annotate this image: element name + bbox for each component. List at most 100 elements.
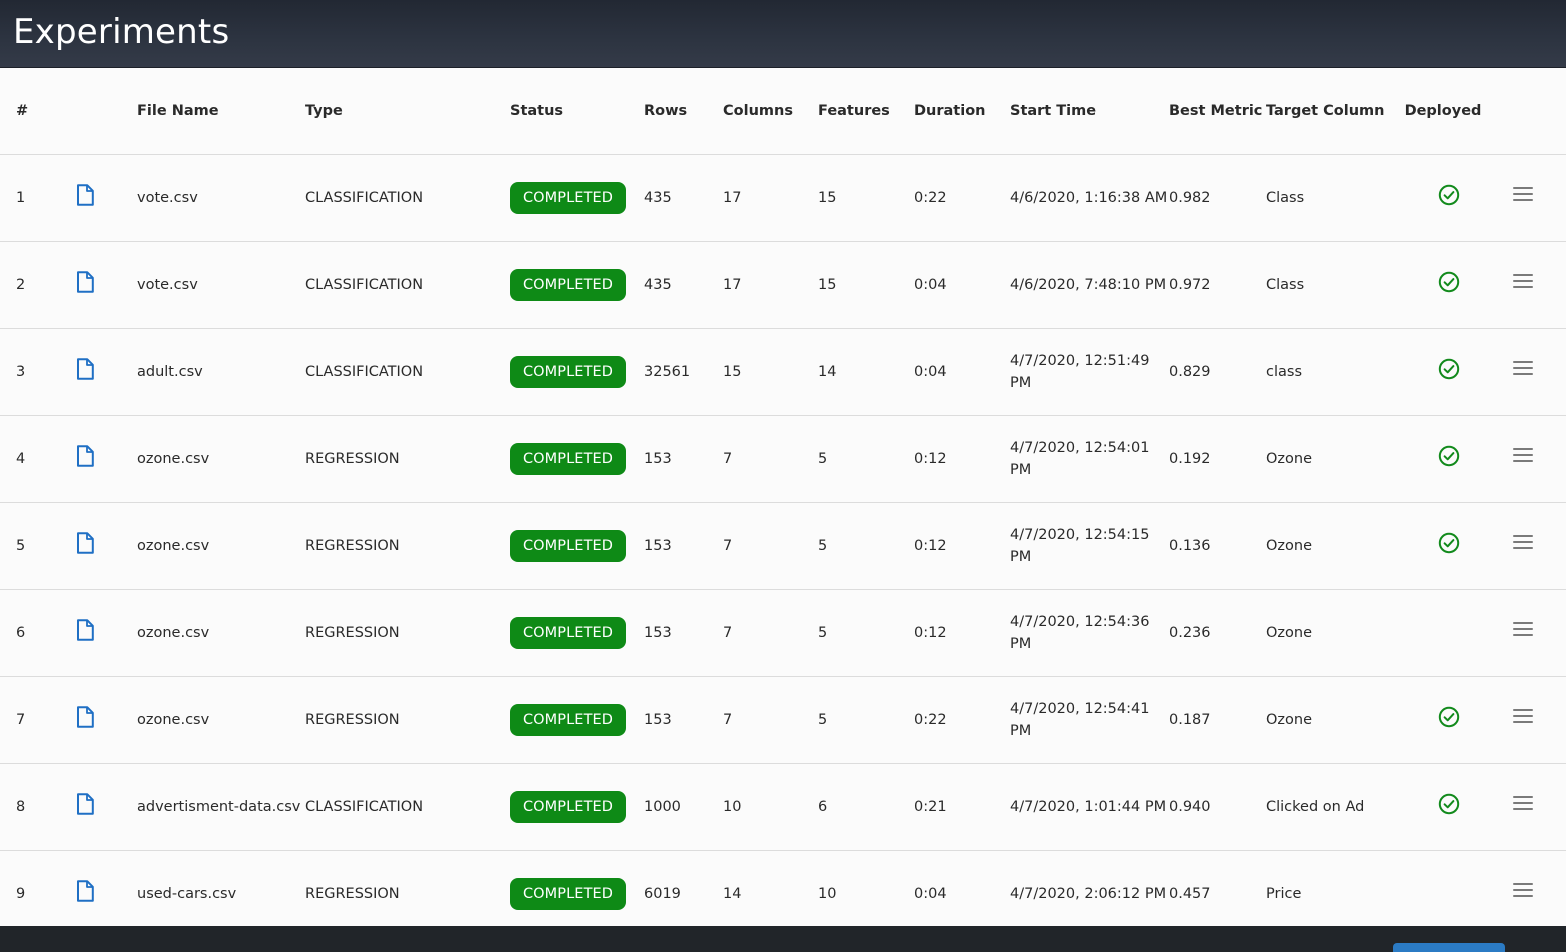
cell-start-time: 4/6/2020, 7:48:10 PM	[1010, 276, 1167, 293]
hamburger-menu-icon[interactable]	[1513, 183, 1533, 205]
table-row[interactable]: 6 ozone.csv REGRESSION COMPLETED 153 7 5 0:12 4/…	[0, 589, 1566, 676]
cell-features: 10	[818, 885, 837, 902]
cell-duration: 0:21	[914, 798, 947, 815]
cell-duration: 0:12	[914, 624, 947, 641]
header-type[interactable]: Type	[305, 68, 510, 155]
status-badge: COMPLETED	[510, 877, 626, 910]
header-deployed[interactable]: Deployed	[1396, 68, 1490, 155]
footer-action-button[interactable]	[1393, 943, 1505, 952]
experiments-table-container: # File Name Type Status Rows Columns Fea…	[0, 68, 1566, 926]
header-menu	[1490, 68, 1566, 155]
cell-features: 15	[818, 276, 837, 293]
file-icon	[59, 183, 137, 206]
check-circle-icon	[1426, 445, 1460, 467]
header-status[interactable]: Status	[510, 68, 644, 155]
cell-file-name: vote.csv	[137, 276, 198, 293]
cell-duration: 0:04	[914, 885, 947, 902]
cell-features: 14	[818, 363, 837, 380]
hamburger-menu-icon[interactable]	[1513, 270, 1533, 292]
cell-type: REGRESSION	[305, 624, 400, 641]
file-icon	[59, 879, 137, 902]
header-start-time[interactable]: Start Time	[1010, 68, 1169, 155]
header-file-name[interactable]: File Name	[137, 68, 305, 155]
header-rows[interactable]: Rows	[644, 68, 723, 155]
cell-columns: 7	[723, 450, 733, 467]
header-num[interactable]: #	[0, 68, 59, 155]
hamburger-menu-icon[interactable]	[1513, 792, 1533, 814]
cell-rows: 1000	[644, 798, 681, 815]
cell-target-column: Class	[1266, 189, 1305, 206]
cell-best-metric: 0.972	[1169, 276, 1211, 293]
cell-deployed	[1396, 763, 1490, 850]
cell-duration: 0:12	[914, 537, 947, 554]
table-row[interactable]: 5 ozone.csv REGRESSION COMPLETED 153 7 5 0:12 4/…	[0, 502, 1566, 589]
cell-best-metric: 0.192	[1169, 450, 1211, 467]
app-header: Experiments	[0, 0, 1566, 68]
header-best-metric[interactable]: Best Metric	[1169, 68, 1266, 155]
hamburger-menu-icon[interactable]	[1513, 618, 1533, 640]
header-target-column[interactable]: Target Column	[1266, 68, 1396, 155]
cell-type: CLASSIFICATION	[305, 189, 424, 206]
cell-start-time: 4/7/2020, 1:01:44 PM	[1010, 798, 1167, 815]
cell-target-column: Ozone	[1266, 450, 1313, 467]
cell-deployed	[1396, 328, 1490, 415]
cell-target-column: Class	[1266, 276, 1305, 293]
cell-best-metric: 0.236	[1169, 624, 1211, 641]
cell-start-time: 4/7/2020, 2:06:12 PM	[1010, 885, 1167, 902]
cell-best-metric: 0.187	[1169, 711, 1211, 728]
cell-deployed	[1396, 676, 1490, 763]
hamburger-menu-icon[interactable]	[1513, 705, 1533, 727]
cell-num: 7	[16, 711, 26, 728]
status-badge: COMPLETED	[510, 529, 626, 562]
cell-columns: 17	[723, 189, 742, 206]
hamburger-menu-icon[interactable]	[1513, 879, 1533, 901]
hamburger-menu-icon[interactable]	[1513, 357, 1533, 379]
cell-target-column: class	[1266, 363, 1302, 380]
cell-best-metric: 0.940	[1169, 798, 1211, 815]
cell-duration: 0:04	[914, 276, 947, 293]
file-icon	[59, 705, 137, 728]
cell-duration: 0:04	[914, 363, 947, 380]
footer-bar	[0, 926, 1566, 952]
cell-num: 5	[16, 537, 26, 554]
cell-type: REGRESSION	[305, 711, 400, 728]
header-columns[interactable]: Columns	[723, 68, 818, 155]
cell-columns: 17	[723, 276, 742, 293]
cell-best-metric: 0.982	[1169, 189, 1211, 206]
cell-start-time: 4/7/2020, 12:54:41 PM	[1010, 700, 1150, 739]
file-icon	[59, 357, 137, 380]
cell-type: REGRESSION	[305, 450, 400, 467]
hamburger-menu-icon[interactable]	[1513, 531, 1533, 553]
cell-start-time: 4/7/2020, 12:51:49 PM	[1010, 352, 1150, 391]
hamburger-menu-icon[interactable]	[1513, 444, 1533, 466]
table-row[interactable]: 1 vote.csv CLASSIFICATION COMPLETED 435 17 15 0…	[0, 154, 1566, 241]
cell-columns: 10	[723, 798, 742, 815]
table-body: 1 vote.csv CLASSIFICATION COMPLETED 435 17 15 0…	[0, 154, 1566, 926]
cell-type: REGRESSION	[305, 537, 400, 554]
cell-target-column: Price	[1266, 885, 1302, 902]
status-badge: COMPLETED	[510, 268, 626, 301]
table-row[interactable]: 3 adult.csv CLASSIFICATION COMPLETED 32561 15…	[0, 328, 1566, 415]
table-row[interactable]: 7 ozone.csv REGRESSION COMPLETED 153 7 5 0:22 4/…	[0, 676, 1566, 763]
cell-features: 5	[818, 537, 828, 554]
table-row[interactable]: 8 advertisment-data.csv CLASSIFICATION COMP…	[0, 763, 1566, 850]
cell-file-name: adult.csv	[137, 363, 203, 380]
cell-rows: 153	[644, 450, 672, 467]
table-row[interactable]: 9 used-cars.csv REGRESSION COMPLETED 6019 14 1…	[0, 850, 1566, 926]
header-duration[interactable]: Duration	[914, 68, 1010, 155]
cell-rows: 435	[644, 189, 672, 206]
table-row[interactable]: 2 vote.csv CLASSIFICATION COMPLETED 435 17 15 0…	[0, 241, 1566, 328]
cell-num: 6	[16, 624, 26, 641]
cell-deployed	[1396, 154, 1490, 241]
table-row[interactable]: 4 ozone.csv REGRESSION COMPLETED 153 7 5 0:12 4/…	[0, 415, 1566, 502]
cell-num: 1	[16, 189, 26, 206]
cell-start-time: 4/6/2020, 1:16:38 AM	[1010, 189, 1168, 206]
header-features[interactable]: Features	[818, 68, 914, 155]
cell-num: 2	[16, 276, 26, 293]
cell-num: 9	[16, 885, 26, 902]
check-circle-icon	[1426, 706, 1460, 728]
cell-features: 5	[818, 624, 828, 641]
cell-columns: 7	[723, 711, 733, 728]
cell-deployed	[1396, 415, 1490, 502]
cell-target-column: Clicked on Ad	[1266, 798, 1365, 815]
